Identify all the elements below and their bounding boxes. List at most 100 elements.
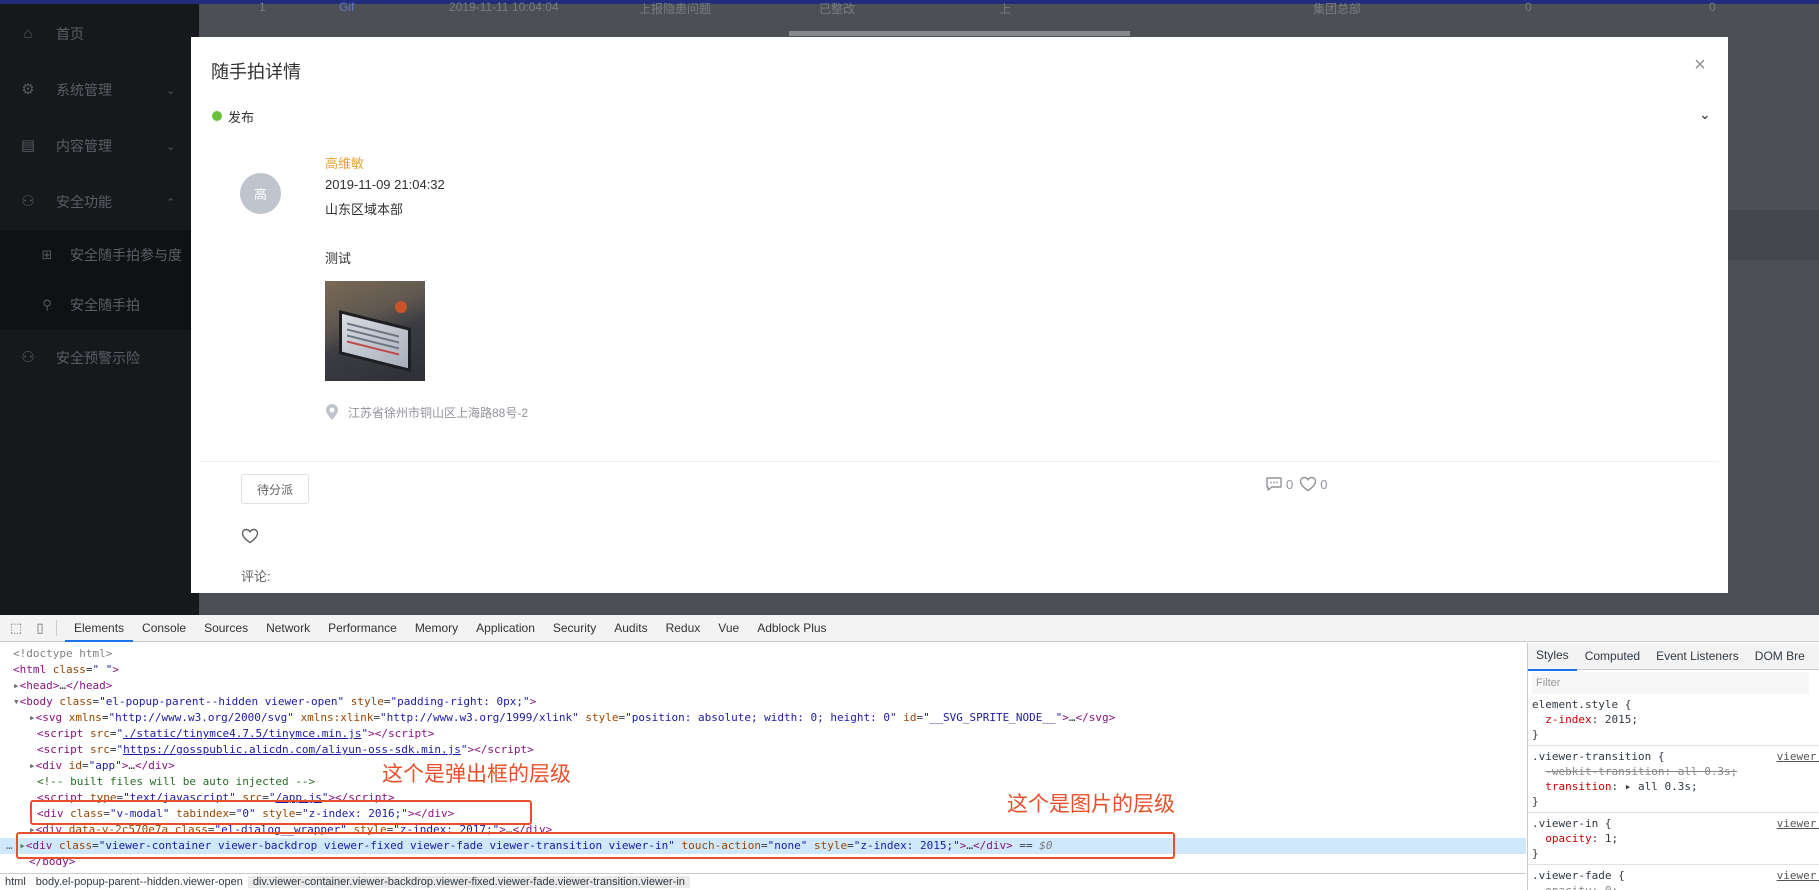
close-icon[interactable]: × xyxy=(1690,55,1710,75)
device-toggle-icon[interactable]: ▯ xyxy=(32,620,48,636)
style-source-link[interactable]: viewer. xyxy=(1777,868,1819,883)
location-text: 江苏省徐州市铜山区上海路88号-2 xyxy=(348,405,529,420)
tab-computed[interactable]: Computed xyxy=(1577,643,1648,670)
tab-sources[interactable]: Sources xyxy=(195,615,257,642)
style-rule[interactable]: .viewer-in {viewer. opacity: 1;} xyxy=(1528,813,1819,865)
gear-icon: ⚙ xyxy=(21,81,35,98)
code-line[interactable]: <script src="https://gosspublic.alicdn.c… xyxy=(0,742,1526,758)
org-chart-icon: ⊞ xyxy=(41,247,53,262)
location: 江苏省徐州市铜山区上海路88号-2 xyxy=(325,403,528,421)
collapse-header[interactable]: 发布 ⌄ xyxy=(200,100,1719,132)
tab-performance[interactable]: Performance xyxy=(319,615,406,642)
tab-audits[interactable]: Audits xyxy=(605,615,656,642)
avatar: 高 xyxy=(240,173,281,214)
table-cell[interactable]: Gif xyxy=(339,0,354,14)
divider xyxy=(56,620,57,636)
post-photo[interactable] xyxy=(325,281,425,381)
table-cell: 0 xyxy=(1525,0,1532,14)
sidebar-item-warning[interactable]: ⚇ 安全预警示险 xyxy=(0,330,199,386)
breadcrumb-item[interactable]: html xyxy=(0,876,31,888)
breadcrumb-item-selected[interactable]: div.viewer-container.viewer-backdrop.vie… xyxy=(247,876,690,888)
document-icon: ▤ xyxy=(20,137,36,154)
filter-input[interactable]: Filter xyxy=(1532,672,1809,694)
chevron-down-icon: ⌄ xyxy=(166,84,176,97)
tab-dom-breakpoints[interactable]: DOM Bre xyxy=(1747,643,1813,670)
code-line[interactable]: ▸<head>…</head> xyxy=(0,678,1526,694)
post-stats: 0 0 xyxy=(1265,476,1333,492)
heart-icon[interactable] xyxy=(1299,476,1317,492)
heart-icon[interactable] xyxy=(241,528,259,544)
code-line[interactable]: <script src="./static/tinymce4.7.5/tinym… xyxy=(0,726,1526,742)
user-icon: ⚲ xyxy=(42,297,52,312)
tab-styles[interactable]: Styles xyxy=(1528,643,1577,671)
sidebar-subitem-label: 安全随手拍参与度 xyxy=(70,247,182,263)
sidebar-item-label: 首页 xyxy=(56,26,84,42)
chevron-down-icon[interactable]: ⌄ xyxy=(1699,106,1711,123)
inspect-icon[interactable]: ⬚ xyxy=(8,620,24,636)
comment-label: 评论: xyxy=(241,569,271,584)
dialog-title: 随手拍详情 xyxy=(211,62,301,82)
tab-vue[interactable]: Vue xyxy=(709,615,748,642)
tab-network[interactable]: Network xyxy=(257,615,319,642)
detail-dialog: 随手拍详情 × 发布 ⌄ 高 高维敏 2019-11-09 21:04:32 山… xyxy=(191,37,1728,593)
sidebar-subitem-label: 安全随手拍 xyxy=(70,297,140,313)
table-row: 1 Gif 2019-11-11 10:04:04 上报隐患问题 已整改 上 集… xyxy=(199,0,1819,16)
sidebar-item-label: 安全预警示险 xyxy=(56,350,140,366)
comment-count: 0 xyxy=(1286,476,1294,492)
code-line[interactable]: <!-- built files will be auto injected -… xyxy=(0,774,1526,790)
style-rule[interactable]: .viewer-fade {viewer. opacity: 0; xyxy=(1528,865,1819,890)
sidebar-item-home[interactable]: ⌂ 首页 xyxy=(0,6,199,62)
chevron-up-icon: ⌃ xyxy=(166,196,176,209)
annotation-box-image xyxy=(16,832,1175,859)
status-label: 发布 xyxy=(228,109,255,125)
home-icon: ⌂ xyxy=(23,25,33,42)
tab-adblock-plus[interactable]: Adblock Plus xyxy=(748,615,835,642)
code-line[interactable]: <html class=" "> xyxy=(0,662,1526,678)
assign-button[interactable]: 待分派 xyxy=(241,474,309,504)
code-line[interactable]: ▾<body class="el-popup-parent--hidden vi… xyxy=(0,694,1526,710)
author-name[interactable]: 高维敏 xyxy=(325,153,364,172)
devtools-tabbar: ⬚ ▯ Elements Console Sources Network Per… xyxy=(0,614,1819,642)
styles-sidebar: Styles Computed Event Listeners DOM Bre … xyxy=(1527,643,1819,890)
style-rule[interactable]: .viewer-transition {viewer. -webkit-tran… xyxy=(1528,746,1819,813)
tab-event-listeners[interactable]: Event Listeners xyxy=(1648,643,1747,670)
table-cell: 2019-11-11 10:04:04 xyxy=(449,0,559,14)
tab-elements[interactable]: Elements xyxy=(65,614,134,642)
sidebar-item-safety[interactable]: ⚇ 安全功能 ⌃ xyxy=(0,174,199,230)
tab-application[interactable]: Application xyxy=(467,615,544,642)
sidebar-item-content[interactable]: ▤ 内容管理 ⌄ xyxy=(0,118,199,174)
sidebar-item-label: 内容管理 xyxy=(56,138,112,154)
organization: 山东区域本部 xyxy=(325,202,404,217)
breadcrumb-item[interactable]: body.el-popup-parent--hidden.viewer-open xyxy=(31,876,248,888)
code-line[interactable]: ▸<svg xmlns="http://www.w3.org/2000/svg"… xyxy=(0,710,1526,726)
breadcrumb: html body.el-popup-parent--hidden.viewer-… xyxy=(0,873,1526,890)
location-pin-icon xyxy=(326,404,338,420)
app-background: 1 Gif 2019-11-11 10:04:04 上报隐患问题 已整改 上 集… xyxy=(0,0,1819,615)
style-rule[interactable]: element.style { z-index: 2015;} xyxy=(1528,694,1819,746)
sidebar-subitem-participation[interactable]: ⊞ 安全随手拍参与度 xyxy=(0,230,199,280)
tab-redux[interactable]: Redux xyxy=(657,615,710,642)
tab-security[interactable]: Security xyxy=(544,615,605,642)
style-source-link[interactable]: viewer. xyxy=(1777,816,1819,831)
table-cell: 已整改 xyxy=(819,2,856,16)
chevron-down-icon: ⌄ xyxy=(166,140,176,153)
code-line[interactable]: ▸<div id="app">…</div> xyxy=(0,758,1526,774)
tab-console[interactable]: Console xyxy=(133,615,195,642)
comment-icon[interactable] xyxy=(1265,476,1283,492)
styles-tabbar: Styles Computed Event Listeners DOM Bre xyxy=(1528,643,1819,671)
sidebar-subitem-snapshot[interactable]: ⚲ 安全随手拍 xyxy=(0,280,199,330)
table-scrollbar[interactable] xyxy=(789,31,1130,36)
table-cell: 集团总部 xyxy=(1313,2,1362,16)
post-text: 测试 xyxy=(325,251,352,266)
code-line[interactable]: <!doctype html> xyxy=(0,646,1526,662)
annotation-box-modal xyxy=(30,800,532,825)
table-cell: 上 xyxy=(999,2,1012,16)
sidebar-item-label: 安全功能 xyxy=(56,194,112,210)
tab-memory[interactable]: Memory xyxy=(406,615,467,642)
table-cell: 上报隐患问题 xyxy=(639,2,712,16)
status-dot xyxy=(212,111,222,121)
table-cell: 1 xyxy=(259,0,266,14)
annotation-image-level: 这个是图片的层级 xyxy=(1007,793,1175,816)
style-source-link[interactable]: viewer. xyxy=(1777,749,1819,764)
sidebar-item-system[interactable]: ⚙ 系统管理 ⌄ xyxy=(0,62,199,118)
